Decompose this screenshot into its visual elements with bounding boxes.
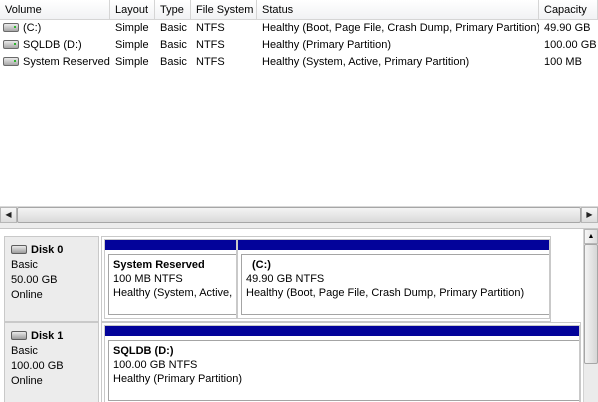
volume-list-header: Volume Layout Type File System Status Ca… — [0, 0, 598, 20]
partition-title: SQLDB (D:) — [113, 345, 174, 357]
partition-size: 49.90 GB NTFS — [246, 273, 325, 285]
volume-list: Volume Layout Type File System Status Ca… — [0, 0, 598, 226]
volume-cell: (C:) — [0, 20, 110, 37]
arrow-left-icon: ◀ — [5, 210, 12, 219]
capacity-cell: 100 MB — [544, 56, 582, 68]
column-header-file-system[interactable]: File System — [191, 0, 257, 19]
volume-name: System Reserved — [23, 56, 110, 68]
disk-info-disk-0[interactable]: Disk 0 Basic 50.00 GB Online — [4, 236, 99, 322]
disk-icon — [11, 244, 27, 254]
scroll-right-button[interactable]: ▶ — [581, 207, 598, 223]
type-cell: Basic — [160, 39, 187, 51]
scrollbar-thumb[interactable] — [584, 244, 598, 364]
layout-cell: Simple — [115, 22, 149, 34]
partition-size: 100.00 GB NTFS — [113, 359, 198, 371]
disk-partitions-disk-1: SQLDB (D:) 100.00 GB NTFS Healthy (Prima… — [101, 322, 581, 402]
disk-partitions-disk-0: System Reserved 100 MB NTFS Healthy (Sys… — [101, 236, 551, 322]
status-cell: Healthy (Primary Partition) — [262, 39, 391, 51]
column-header-type[interactable]: Type — [155, 0, 191, 19]
volume-cell: System Reserved — [0, 54, 110, 71]
partition-color-bar — [105, 240, 236, 250]
capacity-cell: 100.00 GB — [544, 39, 597, 51]
partition-system-reserved[interactable]: System Reserved 100 MB NTFS Healthy (Sys… — [104, 239, 237, 319]
partition-status: Healthy (Boot, Page File, Crash Dump, Pr… — [246, 287, 525, 299]
partition-status: Healthy (Primary Partition) — [113, 373, 242, 385]
partition-sqldb-d[interactable]: SQLDB (D:) 100.00 GB NTFS Healthy (Prima… — [104, 325, 580, 402]
disk-title: Disk 1 — [11, 329, 98, 344]
partition-title: System Reserved — [113, 259, 205, 271]
partition-details: SQLDB (D:) 100.00 GB NTFS Healthy (Prima… — [108, 340, 579, 401]
drive-icon — [3, 39, 19, 49]
disk-layout-pane: Disk 0 Basic 50.00 GB Online System Rese… — [0, 229, 598, 402]
disk-state: Online — [11, 375, 43, 387]
scrollbar-thumb[interactable] — [17, 207, 581, 223]
type-cell: Basic — [160, 22, 187, 34]
drive-icon — [3, 22, 19, 32]
partition-color-bar — [105, 326, 579, 336]
disk-size: 100.00 GB — [11, 360, 64, 372]
column-header-capacity[interactable]: Capacity — [539, 0, 598, 19]
status-cell: Healthy (System, Active, Primary Partiti… — [262, 56, 470, 68]
disk-name: Disk 1 — [31, 330, 64, 342]
column-header-volume[interactable]: Volume — [0, 0, 110, 19]
disk-info-disk-1[interactable]: Disk 1 Basic 100.00 GB Online — [4, 322, 99, 402]
table-row[interactable]: System Reserved Simple Basic NTFS Health… — [0, 54, 598, 71]
scroll-left-button[interactable]: ◀ — [0, 207, 17, 223]
file-system-cell: NTFS — [196, 39, 225, 51]
volume-name: (C:) — [23, 22, 42, 34]
partition-details: System Reserved 100 MB NTFS Healthy (Sys… — [108, 254, 236, 315]
drive-icon — [3, 56, 19, 66]
volume-name: SQLDB (D:) — [23, 39, 82, 51]
disk-name: Disk 0 — [31, 244, 64, 256]
vertical-scrollbar[interactable]: ▲ — [583, 229, 598, 402]
disk-size: 50.00 GB — [11, 274, 58, 286]
partition-title: (C:) — [252, 259, 271, 271]
disk-state: Online — [11, 289, 43, 301]
disk-title: Disk 0 — [11, 243, 98, 258]
partition-size: 100 MB NTFS — [113, 273, 183, 285]
layout-cell: Simple — [115, 56, 149, 68]
partition-color-bar — [238, 240, 549, 250]
partition-status: Healthy (System, Active, — [113, 287, 233, 299]
status-cell: Healthy (Boot, Page File, Crash Dump, Pr… — [262, 22, 539, 34]
partition-details: (C:) 49.90 GB NTFS Healthy (Boot, Page F… — [241, 254, 549, 315]
layout-cell: Simple — [115, 39, 149, 51]
partition-c[interactable]: (C:) 49.90 GB NTFS Healthy (Boot, Page F… — [237, 239, 550, 319]
table-row[interactable]: (C:) Simple Basic NTFS Healthy (Boot, Pa… — [0, 20, 598, 37]
file-system-cell: NTFS — [196, 22, 225, 34]
arrow-up-icon: ▲ — [587, 233, 595, 240]
column-header-layout[interactable]: Layout — [110, 0, 155, 19]
arrow-right-icon: ▶ — [586, 210, 593, 219]
disk-type: Basic — [11, 259, 38, 271]
file-system-cell: NTFS — [196, 56, 225, 68]
column-header-status[interactable]: Status — [257, 0, 539, 19]
table-row[interactable]: SQLDB (D:) Simple Basic NTFS Healthy (Pr… — [0, 37, 598, 54]
scroll-up-button[interactable]: ▲ — [584, 229, 598, 244]
disk-icon — [11, 330, 27, 340]
volume-cell: SQLDB (D:) — [0, 37, 110, 54]
horizontal-scrollbar[interactable]: ◀ ▶ — [0, 206, 598, 223]
disk-type: Basic — [11, 345, 38, 357]
type-cell: Basic — [160, 56, 187, 68]
capacity-cell: 49.90 GB — [544, 22, 591, 34]
